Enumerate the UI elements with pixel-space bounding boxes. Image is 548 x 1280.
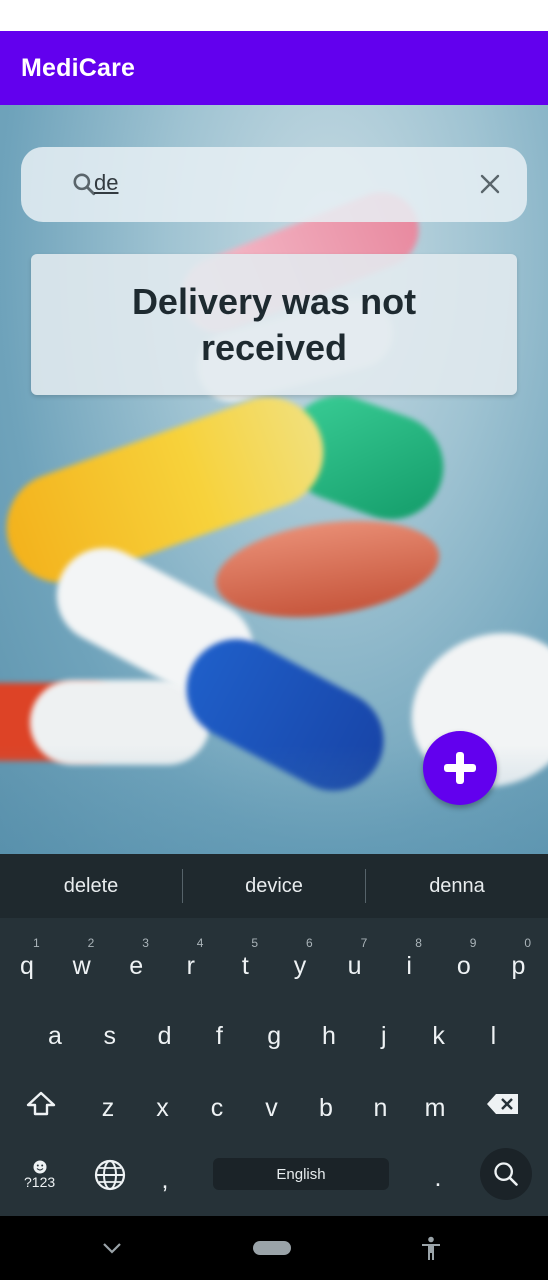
key-i[interactable]: i: [389, 952, 429, 981]
key-n[interactable]: n: [361, 1094, 401, 1123]
key-number-hint: 4: [196, 936, 204, 950]
key-l[interactable]: l: [473, 1022, 513, 1051]
symbols-key[interactable]: ?123: [24, 1174, 55, 1190]
app-bar: MediCare: [0, 31, 548, 105]
key-r[interactable]: r: [171, 952, 211, 981]
search-input[interactable]: de: [94, 170, 118, 196]
search-result-card[interactable]: Delivery was not received: [31, 254, 517, 395]
key-p[interactable]: p: [498, 952, 538, 981]
shift-icon[interactable]: [25, 1090, 57, 1118]
key-w[interactable]: w: [62, 952, 102, 981]
key-a[interactable]: a: [35, 1022, 75, 1051]
tablet-image: [209, 507, 446, 631]
key-x[interactable]: x: [143, 1094, 183, 1123]
keyboard-search-key[interactable]: [480, 1148, 532, 1200]
chevron-down-icon[interactable]: [102, 1242, 122, 1254]
suggestion-item[interactable]: delete: [0, 875, 182, 898]
suggestion-bar: delete device denna: [0, 854, 548, 918]
suggestion-item[interactable]: denna: [366, 875, 548, 898]
search-icon: [494, 1162, 518, 1186]
emoji-icon: [33, 1160, 47, 1174]
key-number-hint: 3: [142, 936, 149, 950]
key-u[interactable]: u: [335, 952, 375, 981]
key-o[interactable]: o: [444, 952, 484, 981]
accessibility-icon[interactable]: [420, 1236, 442, 1262]
result-text: Delivery was not received: [131, 280, 417, 368]
key-t[interactable]: t: [225, 952, 265, 981]
key-k[interactable]: k: [419, 1022, 459, 1051]
key-v[interactable]: v: [252, 1094, 292, 1123]
key-b[interactable]: b: [306, 1094, 346, 1123]
key-number-hint: 9: [469, 936, 477, 950]
key-number-hint: 1: [33, 936, 40, 950]
key-g[interactable]: g: [254, 1022, 294, 1051]
backspace-icon[interactable]: [486, 1093, 520, 1115]
comma-key[interactable]: ,: [145, 1166, 185, 1195]
navigation-bar: [0, 1216, 548, 1280]
key-c[interactable]: c: [197, 1094, 237, 1123]
home-pill-icon[interactable]: [253, 1241, 291, 1255]
keyboard: delete device denna ?123 , English . q 1…: [0, 854, 548, 1216]
close-icon[interactable]: [478, 172, 502, 196]
key-y[interactable]: y: [280, 952, 320, 981]
key-f[interactable]: f: [199, 1022, 239, 1051]
key-number-hint: 0: [524, 936, 532, 950]
app-title: MediCare: [21, 53, 136, 82]
key-q[interactable]: q: [7, 952, 47, 981]
key-number-hint: 7: [360, 936, 368, 950]
space-key[interactable]: English: [213, 1158, 389, 1190]
suggestion-item[interactable]: device: [183, 875, 365, 898]
key-number-hint: 2: [87, 936, 95, 950]
key-j[interactable]: j: [364, 1022, 404, 1051]
key-number-hint: 6: [306, 936, 313, 950]
space-key-label: English: [276, 1165, 326, 1183]
key-m[interactable]: m: [415, 1094, 455, 1123]
add-button[interactable]: [423, 731, 497, 805]
key-number-hint: 8: [415, 936, 422, 950]
period-key[interactable]: .: [418, 1164, 458, 1193]
globe-icon[interactable]: [94, 1159, 126, 1191]
key-z[interactable]: z: [88, 1094, 128, 1123]
key-number-hint: 5: [251, 936, 259, 950]
key-h[interactable]: h: [309, 1022, 349, 1051]
key-s[interactable]: s: [90, 1022, 130, 1051]
plus-icon: [444, 752, 476, 784]
key-e[interactable]: e: [116, 952, 156, 981]
status-bar: [0, 0, 548, 31]
key-d[interactable]: d: [145, 1022, 185, 1051]
